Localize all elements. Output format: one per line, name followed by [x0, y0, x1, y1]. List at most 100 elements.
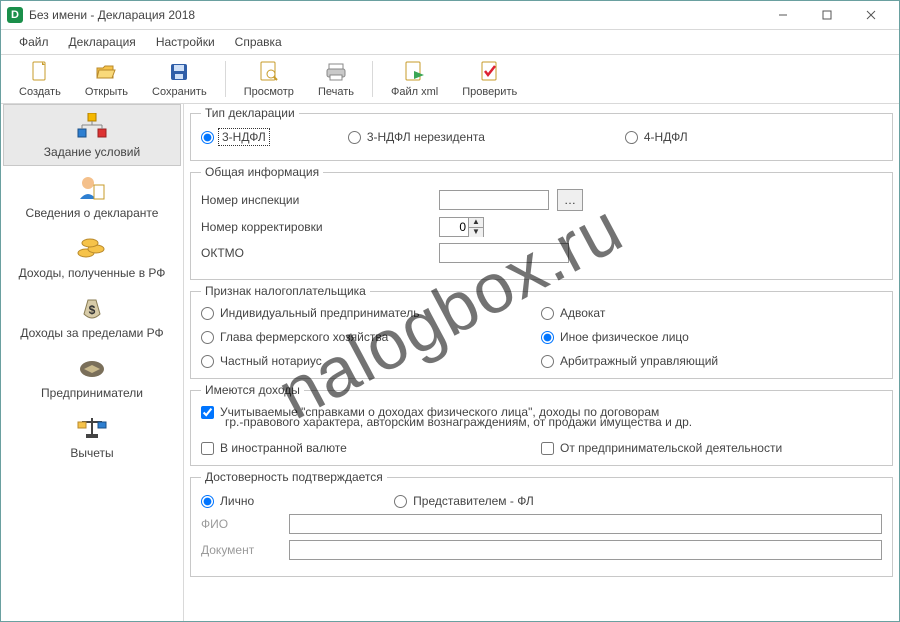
- label-correction: Номер корректировки: [201, 220, 431, 234]
- radio-input[interactable]: [201, 131, 214, 144]
- body: Задание условий Сведения о декларанте До…: [1, 104, 899, 621]
- check-icon: [478, 60, 502, 84]
- sidebar-item-label: Вычеты: [70, 446, 113, 460]
- toolbar-separator: [372, 61, 373, 97]
- sidebar-item-conditions[interactable]: Задание условий: [3, 104, 181, 166]
- radio-input[interactable]: [201, 331, 214, 344]
- radio-representative[interactable]: Представителем - ФЛ: [394, 494, 534, 508]
- toolbar-file-xml[interactable]: Файл xml: [379, 55, 450, 103]
- spinner-up[interactable]: ▲: [469, 218, 483, 228]
- toolbar-save[interactable]: Сохранить: [140, 55, 219, 103]
- menu-settings[interactable]: Настройки: [146, 33, 225, 51]
- radio-3ndfl-nonresident[interactable]: 3-НДФЛ нерезидента: [348, 130, 485, 144]
- radio-ip[interactable]: Индивидуальный предприниматель: [201, 306, 541, 320]
- menu-declaration[interactable]: Декларация: [59, 33, 146, 51]
- menubar: Файл Декларация Настройки Справка: [1, 30, 899, 55]
- maximize-button[interactable]: [805, 1, 849, 29]
- radio-label: 4-НДФЛ: [644, 130, 688, 144]
- radio-input[interactable]: [394, 495, 407, 508]
- preview-icon: [257, 60, 281, 84]
- radio-personally[interactable]: Лично: [201, 494, 254, 508]
- input-fio[interactable]: [289, 514, 882, 534]
- sidebar-item-label: Задание условий: [44, 145, 140, 159]
- label-fio: ФИО: [201, 517, 281, 531]
- radio-label: Арбитражный управляющий: [560, 354, 718, 368]
- spinner-down[interactable]: ▼: [469, 228, 483, 237]
- sidebar-item-label: Предприниматели: [41, 386, 143, 400]
- person-doc-icon: [76, 172, 108, 204]
- sidebar-item-income-rf[interactable]: Доходы, полученные в РФ: [1, 226, 183, 286]
- group-legend: Тип декларации: [201, 106, 299, 120]
- radio-input[interactable]: [201, 355, 214, 368]
- radio-3ndfl[interactable]: 3-НДФЛ: [201, 130, 268, 144]
- menu-file[interactable]: Файл: [9, 33, 59, 51]
- toolbar-preview[interactable]: Просмотр: [232, 55, 306, 103]
- folder-open-icon: [94, 60, 118, 84]
- toolbar-separator: [225, 61, 226, 97]
- radio-label: 3-НДФЛ: [220, 130, 268, 144]
- sidebar-item-label: Доходы, полученные в РФ: [19, 266, 166, 280]
- close-button[interactable]: [849, 1, 893, 29]
- radio-other-individual[interactable]: Иное физическое лицо: [541, 330, 882, 344]
- scales-icon: [76, 412, 108, 444]
- radio-label: Лично: [220, 494, 254, 508]
- spinner-input[interactable]: [440, 218, 468, 236]
- sidebar: Задание условий Сведения о декларанте До…: [1, 104, 184, 621]
- ellipsis-icon: …: [564, 193, 576, 207]
- radio-input[interactable]: [541, 355, 554, 368]
- minimize-button[interactable]: [761, 1, 805, 29]
- close-icon: [866, 10, 876, 20]
- checkbox-entrepreneur-income[interactable]: От предпринимательской деятельности: [541, 441, 882, 455]
- group-declaration-type: Тип декларации 3-НДФЛ 3-НДФЛ нерезидента…: [190, 106, 893, 161]
- input-oktmo[interactable]: [439, 243, 569, 263]
- checkbox-input[interactable]: [201, 406, 214, 419]
- toolbar-open[interactable]: Открыть: [73, 55, 140, 103]
- group-income: Имеются доходы Учитываемые "справками о …: [190, 383, 893, 466]
- checkbox-label: От предпринимательской деятельности: [560, 441, 782, 455]
- sidebar-item-declarant[interactable]: Сведения о декларанте: [1, 166, 183, 226]
- sidebar-item-deductions[interactable]: Вычеты: [1, 406, 183, 466]
- toolbar-print[interactable]: Печать: [306, 55, 366, 103]
- radio-input[interactable]: [348, 131, 361, 144]
- checkbox-input[interactable]: [201, 442, 214, 455]
- radio-input[interactable]: [201, 495, 214, 508]
- radio-input[interactable]: [625, 131, 638, 144]
- toolbar-check[interactable]: Проверить: [450, 55, 529, 103]
- group-general-info: Общая информация Номер инспекции … Номер…: [190, 165, 893, 280]
- radio-input[interactable]: [201, 307, 214, 320]
- checkbox-foreign-currency[interactable]: В иностранной валюте: [201, 441, 541, 455]
- group-confirm: Достоверность подтверждается Лично Предс…: [190, 470, 893, 577]
- menu-help[interactable]: Справка: [225, 33, 292, 51]
- radio-notary[interactable]: Частный нотариус: [201, 354, 541, 368]
- input-inspection[interactable]: [439, 190, 549, 210]
- radio-label: Глава фермерского хозяйства: [220, 330, 388, 344]
- radio-input[interactable]: [541, 331, 554, 344]
- checkbox-input[interactable]: [541, 442, 554, 455]
- sidebar-item-label: Доходы за пределами РФ: [20, 326, 163, 340]
- titlebar: D Без имени - Декларация 2018: [1, 1, 899, 30]
- window-title: Без имени - Декларация 2018: [29, 8, 195, 22]
- toolbar-create[interactable]: Создать: [7, 55, 73, 103]
- sidebar-item-income-abroad[interactable]: $ Доходы за пределами РФ: [1, 286, 183, 346]
- button-browse-inspection[interactable]: …: [557, 189, 583, 211]
- radio-4ndfl[interactable]: 4-НДФЛ: [625, 130, 688, 144]
- radio-label: Иное физическое лицо: [560, 330, 689, 344]
- sidebar-item-entrepreneurs[interactable]: Предприниматели: [1, 346, 183, 406]
- radio-label: Представителем - ФЛ: [413, 494, 534, 508]
- input-document[interactable]: [289, 540, 882, 560]
- spinner-correction[interactable]: ▲ ▼: [439, 217, 484, 237]
- radio-advocate[interactable]: Адвокат: [541, 306, 882, 320]
- radio-input[interactable]: [541, 307, 554, 320]
- radio-farm-head[interactable]: Глава фермерского хозяйства: [201, 330, 541, 344]
- radio-arbitration-manager[interactable]: Арбитражный управляющий: [541, 354, 882, 368]
- radio-label: 3-НДФЛ нерезидента: [367, 130, 485, 144]
- minimize-icon: [778, 10, 788, 20]
- group-legend: Достоверность подтверждается: [201, 470, 387, 484]
- group-legend: Имеются доходы: [201, 383, 304, 397]
- group-legend: Общая информация: [201, 165, 323, 179]
- radio-label: Частный нотариус: [220, 354, 322, 368]
- radio-label: Адвокат: [560, 306, 605, 320]
- save-icon: [167, 60, 191, 84]
- application-window: D Без имени - Декларация 2018 Файл Декла…: [0, 0, 900, 622]
- svg-text:$: $: [89, 303, 96, 317]
